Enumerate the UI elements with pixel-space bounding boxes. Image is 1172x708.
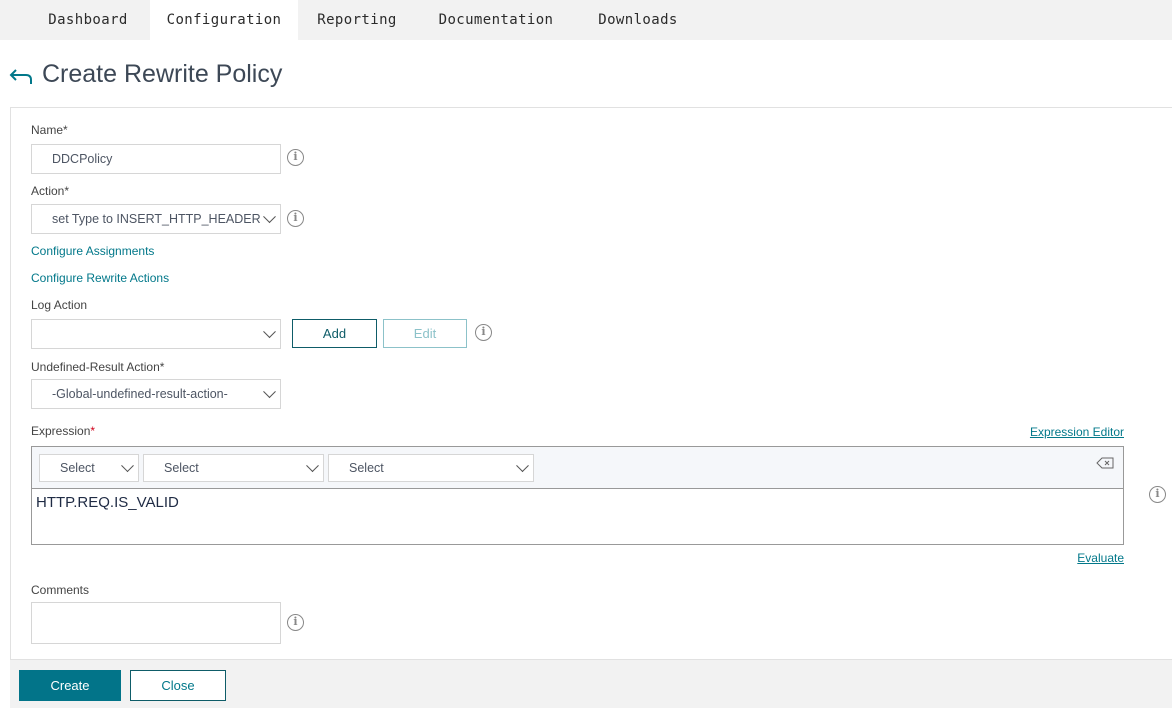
action-label: Action* — [31, 184, 70, 198]
edit-button[interactable]: Edit — [383, 319, 467, 348]
evaluate-link[interactable]: Evaluate — [1077, 551, 1124, 565]
select-value: Select — [60, 461, 95, 475]
top-nav: Dashboard Configuration Reporting Docume… — [0, 0, 1172, 40]
expression-select-2[interactable]: Select — [143, 454, 324, 482]
tab-dashboard[interactable]: Dashboard — [28, 0, 148, 40]
chevron-down-icon — [516, 459, 529, 473]
undefined-result-select[interactable]: -Global-undefined-result-action- — [31, 379, 281, 409]
comments-textarea[interactable] — [31, 602, 281, 644]
info-icon[interactable]: i — [475, 324, 492, 341]
configure-assignments-link[interactable]: Configure Assignments — [31, 244, 154, 258]
add-button[interactable]: Add — [292, 319, 377, 348]
undefined-result-label: Undefined-Result Action* — [31, 360, 165, 374]
log-action-select[interactable] — [31, 319, 281, 349]
clear-backspace-icon[interactable] — [1096, 456, 1116, 470]
action-select[interactable]: set Type to INSERT_HTTP_HEADER — [31, 204, 281, 234]
expression-editor-link[interactable]: Expression Editor — [1030, 425, 1124, 439]
select-value: Select — [164, 461, 199, 475]
name-label: Name* — [31, 123, 68, 137]
chevron-down-icon — [121, 459, 134, 473]
expression-label: Expression* — [31, 424, 96, 438]
select-value: Select — [349, 461, 384, 475]
close-button[interactable]: Close — [130, 670, 226, 701]
info-icon[interactable]: i — [287, 149, 304, 166]
expression-select-3[interactable]: Select — [328, 454, 534, 482]
expression-box: Select Select Select HTTP.REQ.IS_VALID — [31, 446, 1124, 545]
expression-select-1[interactable]: Select — [39, 454, 139, 482]
chevron-down-icon — [306, 459, 319, 473]
tab-documentation[interactable]: Documentation — [420, 0, 572, 40]
action-value: set Type to INSERT_HTTP_HEADER — [52, 212, 261, 226]
tab-reporting[interactable]: Reporting — [300, 0, 414, 40]
tab-downloads[interactable]: Downloads — [580, 0, 696, 40]
expression-text[interactable]: HTTP.REQ.IS_VALID — [36, 494, 179, 511]
chevron-down-icon — [263, 210, 276, 224]
create-button[interactable]: Create — [19, 670, 121, 701]
back-arrow-icon[interactable] — [8, 64, 34, 88]
info-icon[interactable]: i — [1149, 486, 1166, 503]
page-title: Create Rewrite Policy — [42, 60, 283, 88]
log-action-label: Log Action — [31, 298, 88, 312]
name-input[interactable]: DDCPolicy — [31, 144, 281, 174]
chevron-down-icon — [263, 325, 276, 339]
tab-configuration[interactable]: Configuration — [150, 0, 298, 40]
comments-label: Comments — [31, 583, 90, 597]
info-icon[interactable]: i — [287, 614, 304, 631]
info-icon[interactable]: i — [287, 210, 304, 227]
chevron-down-icon — [263, 385, 276, 399]
undefined-result-value: -Global-undefined-result-action- — [52, 387, 228, 401]
configure-rewrite-actions-link[interactable]: Configure Rewrite Actions — [31, 271, 169, 285]
